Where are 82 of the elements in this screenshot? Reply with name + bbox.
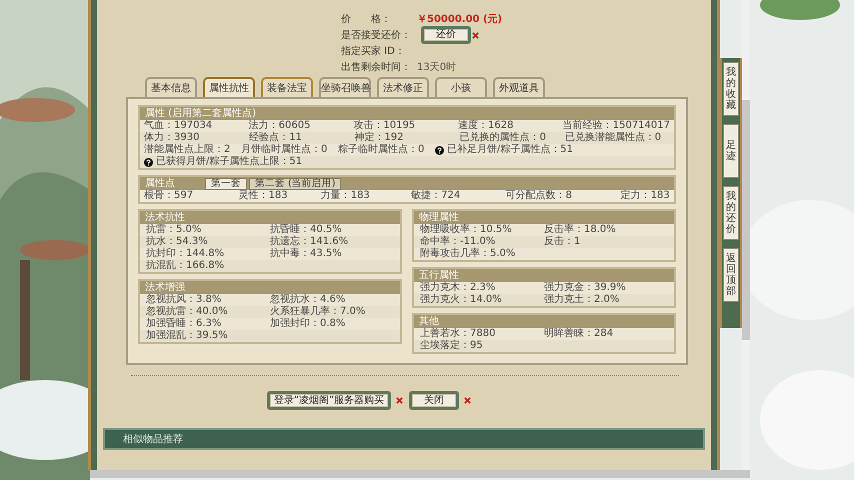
side-nav-button[interactable]: 返回顶部 — [723, 248, 739, 302]
stat-text: 已兑换潜能属性点：0 — [564, 132, 662, 144]
section-title: 相似物品推荐 — [123, 432, 183, 446]
cross-icon — [472, 32, 479, 38]
close-button[interactable]: 关闭 — [409, 391, 460, 410]
tab[interactable]: 装备法宝 — [261, 77, 313, 97]
tab[interactable]: 坐骑召唤兽 — [319, 77, 371, 97]
counter-offer-button[interactable]: 还价 — [421, 26, 471, 44]
stat-text: 加强昏睡：6.3% — [146, 318, 222, 330]
stat-text: 气血：197034 — [144, 120, 212, 132]
field-value: 13天0时 — [417, 60, 456, 74]
stat-text: 附毒攻击几率：5.0% — [420, 248, 516, 260]
side-nav-button[interactable]: 足迹 — [723, 124, 739, 178]
tab[interactable]: 第二套 (当前启用) — [249, 178, 342, 190]
stat-text: 已补足月饼/粽子属性点：51 — [446, 144, 574, 156]
stat-text: 加强混乱：39.5% — [146, 330, 229, 342]
stat-text: 忽视抗雷：40.0% — [146, 306, 229, 318]
stat-text: 潜能属性点上限：2 — [144, 144, 230, 156]
cross-icon — [396, 397, 404, 404]
stat-text: 抗昏睡：40.5% — [270, 224, 343, 236]
panel-title: 属性 (启用第二套属性点) — [140, 107, 674, 120]
tab[interactable]: 属性抗性 — [203, 77, 255, 97]
tab[interactable]: 第一套 — [205, 178, 247, 190]
tab[interactable]: 外观道具 — [493, 77, 545, 97]
panel-title: 物理属性 — [414, 211, 674, 224]
tab[interactable]: 基本信息 — [145, 77, 197, 97]
field-label: 价 格： — [341, 12, 392, 26]
field-label: 指定买家 ID： — [341, 44, 406, 58]
scrollbar[interactable] — [742, 0, 750, 470]
panel-title: 法术增强 — [140, 281, 400, 294]
stat-text: 忽视抗水：4.6% — [270, 294, 346, 306]
cross-icon — [464, 397, 472, 404]
stat-text: 命中率：-11.0% — [420, 236, 496, 248]
stat-text: 可分配点数：8 — [506, 190, 573, 202]
stat-text: 抗水：54.3% — [146, 236, 209, 248]
stat-text: 灵性：183 — [238, 190, 289, 202]
stat-text: 法力：60605 — [248, 120, 310, 132]
stat-text: 力量：183 — [320, 190, 371, 202]
stat-text: 定力：183 — [620, 190, 670, 202]
price-value: ￥50000.00 (元) — [417, 13, 502, 26]
stat-text: 根骨：597 — [144, 190, 194, 202]
stat-text: 明眸善睐：284 — [544, 328, 614, 340]
scrollbar[interactable] — [90, 470, 750, 478]
stat-text: 强力克火：14.0% — [420, 294, 503, 306]
stat-text: 速度：1628 — [458, 120, 514, 132]
stat-text: 已兑换的属性点：0 — [460, 132, 546, 144]
stat-text: 上善若水：7880 — [420, 328, 496, 340]
field-label: 出售剩余时间： — [341, 60, 412, 74]
panel-title: 五行属性 — [414, 269, 674, 282]
stat-text: 加强封印：0.8% — [270, 318, 346, 330]
panel-title: 其他 — [414, 315, 674, 328]
stat-text: 经验点：11 — [249, 132, 302, 144]
buy-button[interactable]: 登录“凌烟阁”服务器购买 — [266, 391, 392, 410]
stat-text: 尘埃落定：95 — [420, 340, 484, 352]
stat-text: 当前经验：150714017 — [562, 120, 670, 132]
stat-text: 火系狂暴几率：7.0% — [270, 306, 366, 318]
stat-text: 月饼临时属性点：0 — [240, 144, 328, 156]
stat-text: 忽视抗风：3.8% — [146, 294, 222, 306]
stat-text: 抗遗忘：141.6% — [270, 236, 350, 248]
stat-text: 攻击：10195 — [353, 120, 416, 132]
field-label: 是否接受还价： — [341, 28, 412, 42]
stat-text: 抗雷：5.0% — [146, 224, 202, 236]
stat-text: 强力克木：2.3% — [420, 282, 496, 294]
stat-text: 抗混乱：166.8% — [146, 260, 226, 272]
stat-text: 粽子临时属性点：0 — [338, 144, 424, 156]
panel-title: 法术抗性 — [140, 211, 400, 224]
stat-text: 物理吸收率：10.5% — [420, 224, 513, 236]
stat-text: 抗封印：144.8% — [146, 248, 226, 260]
panel-title: 属性点 — [145, 177, 176, 190]
stat-text: 强力克金：39.9% — [544, 282, 627, 294]
stat-text: 已获得月饼/粽子属性点上限：51 — [156, 156, 302, 168]
stat-text: 反击：1 — [544, 236, 582, 248]
stat-text: 神定：192 — [354, 132, 404, 144]
tab[interactable]: 法术修正 — [377, 77, 429, 97]
stat-text: 强力克土：2.0% — [544, 294, 620, 306]
stat-text: 抗中毒：43.5% — [270, 248, 343, 260]
side-nav-button[interactable]: 我的还价 — [723, 186, 739, 240]
tab[interactable]: 小孩 — [435, 77, 487, 97]
stat-text: 反击率：18.0% — [544, 224, 617, 236]
stat-text: 敏捷：724 — [411, 190, 462, 202]
stat-text: 体力：3930 — [144, 132, 200, 144]
side-nav-button[interactable]: 我的收藏 — [723, 62, 739, 116]
